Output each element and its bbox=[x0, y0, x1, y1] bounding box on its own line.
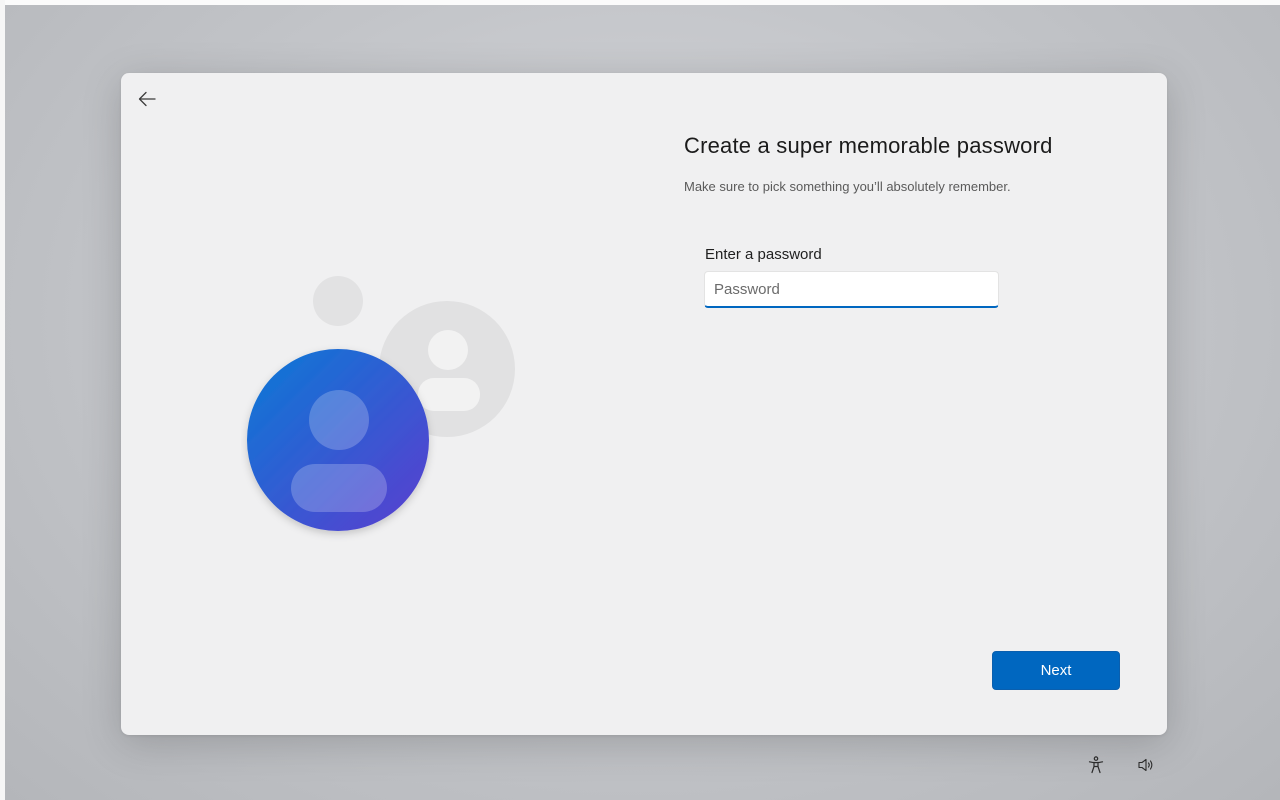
volume-button[interactable] bbox=[1134, 753, 1158, 777]
volume-icon bbox=[1138, 758, 1153, 772]
back-button[interactable] bbox=[133, 85, 161, 113]
oobe-dialog: Create a super memorable password Make s… bbox=[121, 73, 1167, 735]
page-subtitle: Make sure to pick something you’ll absol… bbox=[684, 179, 1011, 194]
accessibility-icon bbox=[1088, 756, 1104, 774]
next-button[interactable]: Next bbox=[992, 651, 1120, 690]
accessibility-button[interactable] bbox=[1084, 753, 1108, 777]
arrow-left-icon bbox=[138, 91, 156, 107]
password-field-label: Enter a password bbox=[705, 246, 822, 263]
password-input[interactable] bbox=[704, 271, 999, 308]
screen-left-edge bbox=[0, 0, 5, 800]
page-title: Create a super memorable password bbox=[684, 133, 1053, 158]
small-decorative-circle bbox=[313, 276, 363, 326]
screen-top-edge bbox=[0, 0, 1280, 5]
user-accounts-illustration bbox=[247, 276, 515, 531]
